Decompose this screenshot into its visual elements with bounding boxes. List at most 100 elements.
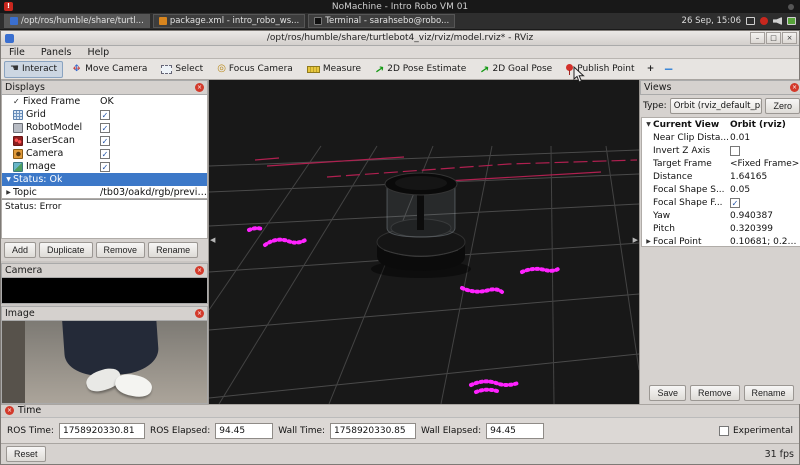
wall-time-input[interactable]	[330, 423, 416, 439]
laserscan-checkbox[interactable]: ✓	[100, 136, 110, 146]
tool-measure[interactable]: Measure	[301, 61, 367, 78]
view-row-near-clip[interactable]: Near Clip Dista... 0.01	[642, 131, 800, 144]
add-display-button[interactable]: Add	[4, 242, 36, 258]
wall-elapsed-input[interactable]	[486, 423, 544, 439]
camera-close-icon[interactable]: ×	[195, 266, 204, 275]
grid-checkbox[interactable]: ✓	[100, 110, 110, 120]
rviz-task-icon	[10, 17, 18, 25]
ros-time-input[interactable]	[59, 423, 145, 439]
menu-panels[interactable]: Panels	[33, 46, 80, 59]
experimental-checkbox[interactable]	[719, 426, 729, 436]
render-viewport[interactable]: ◀ ▶	[208, 80, 640, 404]
image-display-icon	[13, 162, 23, 172]
collapse-arrow-icon[interactable]: ▶	[644, 238, 653, 245]
view-row-focal-shape-fixed[interactable]: Focal Shape F... ✓	[642, 196, 800, 209]
view-row-pitch[interactable]: Pitch 0.320399	[642, 222, 800, 235]
time-panel-header[interactable]: × Time	[1, 404, 799, 418]
tool-select[interactable]: Select	[155, 61, 209, 78]
taskbar-window-rviz[interactable]: /opt/ros/humble/share/turtl...	[4, 14, 150, 28]
left-panel-column: Displays × ✓Fixed Frame OK Grid ✓	[1, 80, 208, 404]
image-checkbox[interactable]: ✓	[100, 162, 110, 172]
display-row-laserscan[interactable]: LaserScan ✓	[2, 134, 207, 147]
duplicate-display-button[interactable]: Duplicate	[39, 242, 93, 258]
ros-elapsed-input[interactable]	[215, 423, 273, 439]
remove-display-button[interactable]: Remove	[96, 242, 146, 258]
close-button[interactable]: ×	[782, 32, 797, 44]
taskbar-window-editor[interactable]: package.xml - intro_robo_ws...	[153, 14, 305, 28]
tool-focus-camera[interactable]: ◎ Focus Camera	[211, 61, 299, 78]
type-label: Type:	[643, 101, 667, 111]
view-row-current-view[interactable]: ▼Current View Orbit (rviz)	[642, 118, 800, 131]
menu-help[interactable]: Help	[79, 46, 117, 59]
invert-z-checkbox[interactable]	[730, 146, 740, 156]
taskbar-window-terminal[interactable]: Terminal - sarahsebo@robo...	[308, 14, 455, 28]
battery-icon[interactable]	[787, 17, 796, 25]
taskbar: /opt/ros/humble/share/turtl... package.x…	[0, 13, 800, 30]
time-close-icon[interactable]: ×	[5, 406, 14, 415]
tool-2d-pose-estimate[interactable]: → 2D Pose Estimate	[369, 61, 472, 78]
display-row-image[interactable]: Image ✓	[2, 160, 207, 173]
display-row-topic[interactable]: ▶Topic /tb03/oakd/rgb/preview/im...	[2, 186, 207, 199]
focal-shape-checkbox[interactable]: ✓	[730, 198, 740, 208]
camera-checkbox[interactable]: ✓	[100, 149, 110, 159]
rename-view-button[interactable]: Rename	[744, 385, 794, 401]
camera-image-feed	[1, 321, 208, 404]
expand-arrow-icon[interactable]: ▼	[644, 121, 653, 128]
rviz-titlebar[interactable]: /opt/ros/humble/share/turtlebot4_viz/rvi…	[1, 31, 799, 46]
tool-2d-goal-pose[interactable]: → 2D Goal Pose	[474, 61, 558, 78]
rviz-window: /opt/ros/humble/share/turtlebot4_viz/rvi…	[0, 30, 800, 465]
display-row-camera[interactable]: Camera ✓	[2, 147, 207, 160]
collapse-arrow-icon[interactable]: ▶	[4, 189, 13, 196]
add-tool-button[interactable]: +	[643, 61, 659, 78]
remove-view-button[interactable]: Remove	[690, 385, 740, 401]
wall-time-label: Wall Time:	[278, 426, 325, 436]
display-row-grid[interactable]: Grid ✓	[2, 108, 207, 121]
minimize-button[interactable]: –	[750, 32, 765, 44]
view-row-distance[interactable]: Distance 1.64165	[642, 170, 800, 183]
view-row-yaw[interactable]: Yaw 0.940387	[642, 209, 800, 222]
volume-icon[interactable]	[773, 17, 782, 25]
displays-panel-header[interactable]: Displays ×	[1, 80, 208, 95]
view-type-select[interactable]: Orbit (rviz_default_pl	[670, 98, 763, 114]
display-settings-icon[interactable]	[746, 17, 755, 25]
collapse-left-panel-icon[interactable]: ◀	[210, 235, 215, 245]
main-area: Displays × ✓Fixed Frame OK Grid ✓	[1, 80, 799, 404]
rviz-window-title: /opt/ros/humble/share/turtlebot4_viz/rvi…	[1, 33, 799, 43]
zero-button[interactable]: Zero	[765, 98, 800, 114]
expand-arrow-icon[interactable]: ▼	[4, 176, 13, 183]
remove-tool-button[interactable]: −	[661, 61, 677, 78]
display-row-robotmodel[interactable]: RobotModel ✓	[2, 121, 207, 134]
robotmodel-checkbox[interactable]: ✓	[100, 123, 110, 133]
views-close-icon[interactable]: ×	[790, 83, 799, 92]
view-row-target-frame[interactable]: Target Frame <Fixed Frame>	[642, 157, 800, 170]
image-panel-header[interactable]: Image ×	[1, 306, 208, 321]
tool-move-camera[interactable]: ↔↕ Move Camera	[65, 61, 153, 78]
view-row-focal-point[interactable]: ▶Focal Point 0.10681; 0.21921; 0...	[642, 235, 800, 247]
displays-panel: Displays × ✓Fixed Frame OK Grid ✓	[1, 80, 208, 261]
tool-interact[interactable]: ☚ Interact	[4, 61, 63, 78]
notification-icon[interactable]	[760, 17, 768, 25]
camera-panel-header[interactable]: Camera ×	[1, 263, 208, 278]
session-menu-icon[interactable]	[788, 4, 794, 10]
display-row-fixed-frame[interactable]: ✓Fixed Frame OK	[2, 95, 207, 108]
image-close-icon[interactable]: ×	[195, 309, 204, 318]
reset-button[interactable]: Reset	[6, 446, 46, 462]
rename-display-button[interactable]: Rename	[148, 242, 198, 258]
plus-icon: +	[647, 64, 655, 74]
collapse-right-panel-icon[interactable]: ▶	[633, 235, 638, 245]
menu-file[interactable]: File	[1, 46, 33, 59]
image-panel: Image ×	[1, 306, 208, 404]
save-view-button[interactable]: Save	[649, 385, 686, 401]
views-panel-header[interactable]: Views ×	[640, 80, 800, 95]
view-row-focal-shape-size[interactable]: Focal Shape S... 0.05	[642, 183, 800, 196]
time-panel-fields: ROS Time: ROS Elapsed: Wall Time: Wall E…	[1, 418, 799, 444]
package-task-icon	[159, 17, 167, 25]
displays-close-icon[interactable]: ×	[195, 83, 204, 92]
pose-estimate-icon: →	[373, 62, 387, 76]
display-row-status-ok[interactable]: ▼Status: Ok	[2, 173, 207, 186]
maximize-button[interactable]: □	[766, 32, 781, 44]
view-row-invert-z[interactable]: Invert Z Axis	[642, 144, 800, 157]
clock[interactable]: 26 Sep, 15:06	[682, 16, 741, 26]
views-panel: Views × Type: Orbit (rviz_default_pl Zer…	[640, 80, 800, 404]
nomachine-title: NoMachine - Intro Robo VM 01	[332, 2, 468, 12]
